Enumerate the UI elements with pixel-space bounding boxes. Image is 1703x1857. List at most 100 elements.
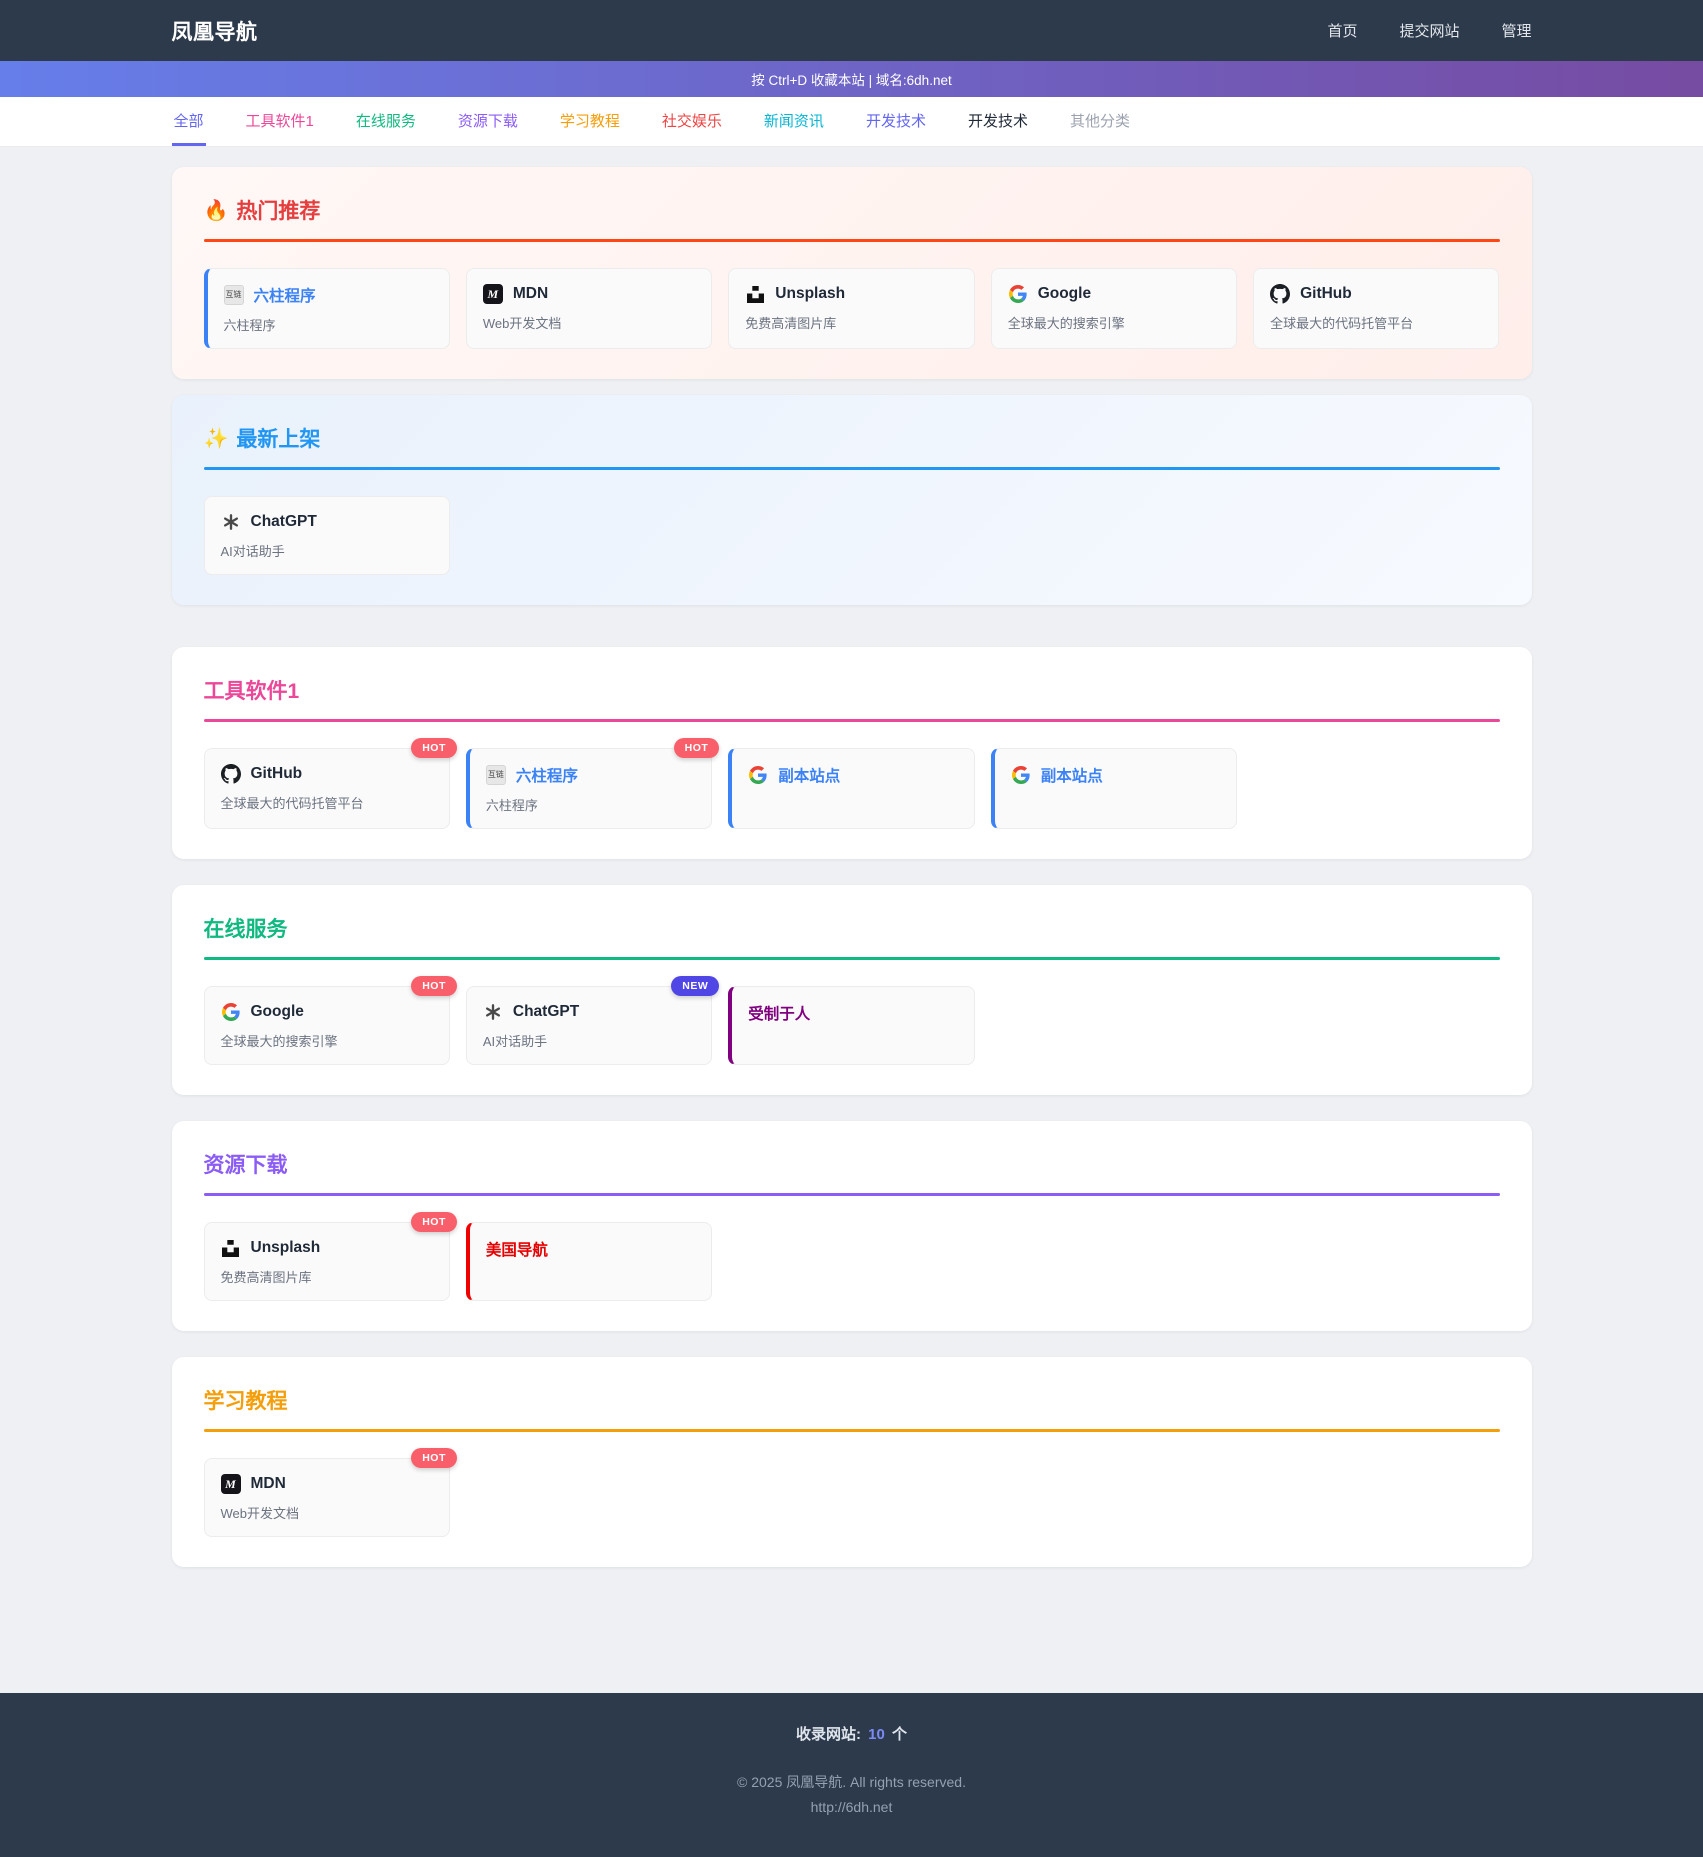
section-underline xyxy=(204,957,1500,960)
site-card[interactable]: HOT Google 全球最大的搜索引擎 xyxy=(204,986,450,1065)
site-desc: AI对话助手 xyxy=(221,541,433,560)
category-tab[interactable]: 开发技术 xyxy=(966,97,1030,146)
category-tab[interactable]: 工具软件1 xyxy=(244,97,316,146)
section-underline xyxy=(204,239,1500,242)
hulian-icon: 互链 xyxy=(486,765,506,785)
site-card[interactable]: 互链 六柱程序 六柱程序 xyxy=(204,268,450,349)
openai-icon xyxy=(221,512,241,532)
section-title-text: 资源下载 xyxy=(204,1149,288,1179)
card-grid: HOT Google 全球最大的搜索引擎 NEW ChatGPT AI对话助手 … xyxy=(204,986,1500,1065)
category-tab[interactable]: 新闻资讯 xyxy=(762,97,826,146)
site-name: 美国导航 xyxy=(486,1238,548,1260)
site-desc: 全球最大的搜索引擎 xyxy=(221,1031,433,1050)
section-title-text: 工具软件1 xyxy=(204,675,300,705)
site-name: Google xyxy=(1038,285,1091,303)
site-desc: 全球最大的搜索引擎 xyxy=(1008,313,1220,332)
card-grid: 互链 六柱程序 六柱程序 M MDN Web开发文档 Unsplash 免费高清… xyxy=(204,268,1500,349)
site-name: Unsplash xyxy=(251,1239,321,1257)
site-name: GitHub xyxy=(1300,285,1352,303)
category-tab[interactable]: 学习教程 xyxy=(558,97,622,146)
copyright-text: © 2025 凤凰导航. All rights reserved. xyxy=(0,1770,1703,1795)
mdn-icon: M xyxy=(221,1474,241,1494)
openai-icon xyxy=(483,1002,503,1022)
stats-unit: 个 xyxy=(892,1726,907,1743)
section-title-text: 学习教程 xyxy=(204,1385,288,1415)
card-grid: HOT M MDN Web开发文档 xyxy=(204,1458,1500,1537)
site-desc: Web开发文档 xyxy=(483,313,695,332)
category-tab[interactable]: 开发技术 xyxy=(864,97,928,146)
section-emoji: 🔥 xyxy=(204,198,229,223)
site-card[interactable]: 副本站点 xyxy=(728,748,974,829)
site-card[interactable]: Unsplash 免费高清图片库 xyxy=(728,268,974,349)
nav-link[interactable]: 首页 xyxy=(1327,20,1357,41)
category-tab[interactable]: 在线服务 xyxy=(354,97,418,146)
footer: 收录网站: 10 个 © 2025 凤凰导航. All rights reser… xyxy=(0,1693,1703,1857)
header: 凤凰导航 首页提交网站管理 xyxy=(0,0,1703,61)
site-card[interactable]: GitHub 全球最大的代码托管平台 xyxy=(1253,268,1499,349)
status-badge: NEW xyxy=(671,976,719,996)
section-title-text: 在线服务 xyxy=(204,913,288,943)
section-title: 学习教程 xyxy=(204,1385,1500,1415)
status-badge: HOT xyxy=(411,976,457,996)
site-desc: 免费高清图片库 xyxy=(221,1267,433,1286)
card-head: M MDN xyxy=(483,284,695,304)
site-card[interactable]: HOT Unsplash 免费高清图片库 xyxy=(204,1222,450,1301)
site-name: ChatGPT xyxy=(251,513,317,531)
section-title: 资源下载 xyxy=(204,1149,1500,1179)
nav-link[interactable]: 管理 xyxy=(1501,20,1531,41)
site-card[interactable]: ChatGPT AI对话助手 xyxy=(204,496,450,575)
section-title: 🔥 热门推荐 xyxy=(204,195,1500,225)
section-title-text: 热门推荐 xyxy=(236,195,320,225)
site-card[interactable]: Google 全球最大的搜索引擎 xyxy=(991,268,1237,349)
google-icon xyxy=(1011,765,1031,785)
status-badge: HOT xyxy=(411,1448,457,1468)
site-card[interactable]: M MDN Web开发文档 xyxy=(466,268,712,349)
card-head: Unsplash xyxy=(745,284,957,304)
site-name: MDN xyxy=(251,1475,286,1493)
category-tab[interactable]: 全部 xyxy=(172,97,206,146)
site-name: ChatGPT xyxy=(513,1003,579,1021)
site-name: 副本站点 xyxy=(1041,764,1103,786)
github-icon xyxy=(221,764,241,784)
site-name: 六柱程序 xyxy=(516,764,578,786)
status-badge: HOT xyxy=(674,738,720,758)
card-grid: HOT Unsplash 免费高清图片库 美国导航 xyxy=(204,1222,1500,1301)
site-card[interactable]: 美国导航 xyxy=(466,1222,712,1301)
category-tab[interactable]: 社交娱乐 xyxy=(660,97,724,146)
card-head: M MDN xyxy=(221,1474,433,1494)
tab-bar: 全部工具软件1在线服务资源下载学习教程社交娱乐新闻资讯开发技术开发技术其他分类 xyxy=(172,97,1532,146)
site-desc: 全球最大的代码托管平台 xyxy=(1270,313,1482,332)
nav-link[interactable]: 提交网站 xyxy=(1399,20,1459,41)
google-icon xyxy=(748,765,768,785)
unsplash-icon xyxy=(221,1238,241,1258)
site-name: Unsplash xyxy=(775,285,845,303)
github-icon xyxy=(1270,284,1290,304)
stats-label: 收录网站: xyxy=(796,1726,861,1743)
site-name: 副本站点 xyxy=(778,764,840,786)
section-title: 在线服务 xyxy=(204,913,1500,943)
site-card[interactable]: HOT 互链 六柱程序 六柱程序 xyxy=(466,748,712,829)
card-head: 互链 六柱程序 xyxy=(224,284,433,306)
section-emoji: ✨ xyxy=(204,426,229,451)
site-card[interactable]: 副本站点 xyxy=(991,748,1237,829)
notice-banner: 按 Ctrl+D 收藏本站 | 域名:6dh.net xyxy=(0,61,1703,97)
site-desc: 六柱程序 xyxy=(224,315,433,334)
category-section: 资源下载 HOT Unsplash 免费高清图片库 美国导航 xyxy=(172,1121,1532,1331)
site-card[interactable]: HOT GitHub 全球最大的代码托管平台 xyxy=(204,748,450,829)
category-tab[interactable]: 其他分类 xyxy=(1068,97,1132,146)
site-card[interactable]: HOT M MDN Web开发文档 xyxy=(204,1458,450,1537)
site-stats: 收录网站: 10 个 xyxy=(0,1723,1703,1744)
card-grid: HOT GitHub 全球最大的代码托管平台 HOT 互链 六柱程序 六柱程序 … xyxy=(204,748,1500,829)
category-section: 工具软件1 HOT GitHub 全球最大的代码托管平台 HOT 互链 六柱程序… xyxy=(172,647,1532,859)
google-icon xyxy=(1008,284,1028,304)
section-underline xyxy=(204,1193,1500,1196)
category-tab[interactable]: 资源下载 xyxy=(456,97,520,146)
site-desc: 全球最大的代码托管平台 xyxy=(221,793,433,812)
card-head: Google xyxy=(221,1002,433,1022)
site-desc: 免费高清图片库 xyxy=(745,313,957,332)
notice-text: 按 Ctrl+D 收藏本站 | 域名:6dh.net xyxy=(751,69,951,89)
site-name: GitHub xyxy=(251,765,303,783)
section-underline xyxy=(204,467,1500,470)
site-card[interactable]: NEW ChatGPT AI对话助手 xyxy=(466,986,712,1065)
site-card[interactable]: 受制于人 xyxy=(728,986,974,1065)
